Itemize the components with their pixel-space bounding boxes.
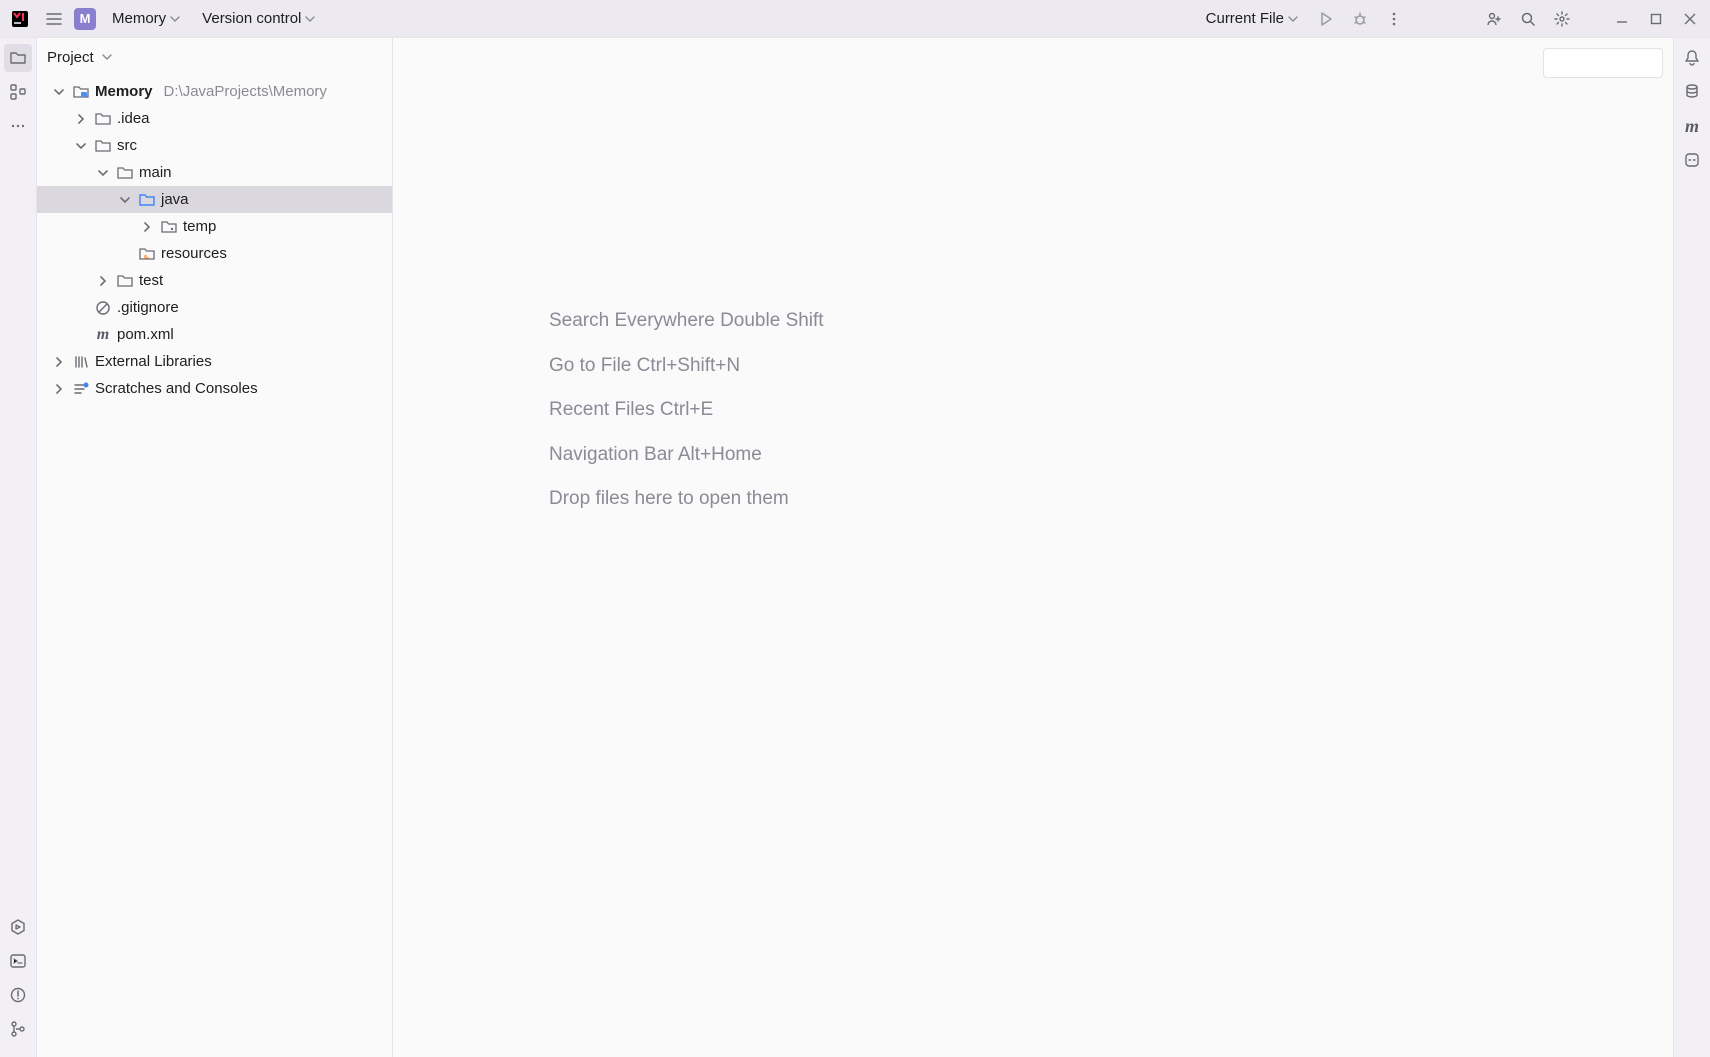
- hint-drop-files: Drop files here to open them: [549, 486, 1673, 513]
- chevron-right-icon[interactable]: [51, 357, 67, 367]
- minimize-icon[interactable]: [1608, 5, 1636, 33]
- tree-label: External Libraries: [95, 353, 212, 370]
- folder-icon: [94, 137, 112, 155]
- terminal-tool-icon[interactable]: [4, 947, 32, 975]
- tree-label: resources: [161, 245, 227, 262]
- structure-tool-icon[interactable]: [4, 78, 32, 106]
- tree-node-root[interactable]: Memory D:\JavaProjects\Memory: [37, 78, 392, 105]
- tree-path: D:\JavaProjects\Memory: [164, 83, 327, 100]
- database-tool-icon[interactable]: [1678, 78, 1706, 106]
- vcs-label: Version control: [202, 10, 301, 27]
- editor-area[interactable]: Search Everywhere Double Shift Go to Fil…: [393, 38, 1673, 1057]
- tree-node-resources[interactable]: resources: [37, 240, 392, 267]
- chevron-down-icon: [170, 14, 180, 24]
- project-tool-icon[interactable]: [4, 44, 32, 72]
- search-icon[interactable]: [1514, 5, 1542, 33]
- vcs-dropdown[interactable]: Version control: [194, 5, 323, 33]
- tree-label: .gitignore: [117, 299, 179, 316]
- chevron-down-icon: [102, 52, 112, 62]
- chevron-down-icon[interactable]: [51, 87, 67, 97]
- tree-node-gitignore[interactable]: .gitignore: [37, 294, 392, 321]
- hint-recent-files: Recent Files Ctrl+E: [549, 397, 1673, 424]
- chevron-right-icon[interactable]: [73, 114, 89, 124]
- tree-node-src[interactable]: src: [37, 132, 392, 159]
- more-actions-icon[interactable]: [1380, 5, 1408, 33]
- settings-icon[interactable]: [1548, 5, 1576, 33]
- chevron-down-icon[interactable]: [73, 141, 89, 151]
- chevron-down-icon[interactable]: [117, 195, 133, 205]
- vcs-tool-icon[interactable]: [4, 1015, 32, 1043]
- code-with-me-icon[interactable]: [1480, 5, 1508, 33]
- tree-label: pom.xml: [117, 326, 174, 343]
- maven-tool-icon[interactable]: m: [1678, 112, 1706, 140]
- tree-node-idea[interactable]: .idea: [37, 105, 392, 132]
- project-name-label: Memory: [112, 10, 166, 27]
- project-tool-window: Project Memory D:\JavaProjects\Memory: [37, 38, 393, 1057]
- tree-node-test[interactable]: test: [37, 267, 392, 294]
- scratches-icon: [72, 380, 90, 398]
- notifications-icon[interactable]: [1678, 44, 1706, 72]
- main-area: Project Memory D:\JavaProjects\Memory: [0, 38, 1710, 1057]
- tree-node-scratches[interactable]: Scratches and Consoles: [37, 375, 392, 402]
- tree-label: Memory: [95, 83, 153, 100]
- package-icon: [160, 218, 178, 236]
- chevron-down-icon: [1288, 14, 1298, 24]
- run-config-label: Current File: [1206, 10, 1284, 27]
- folder-icon: [116, 164, 134, 182]
- tree-label: Scratches and Consoles: [95, 380, 258, 397]
- problems-tool-icon[interactable]: [4, 981, 32, 1009]
- tree-label: src: [117, 137, 137, 154]
- floating-panel[interactable]: [1543, 48, 1663, 78]
- project-panel-header[interactable]: Project: [37, 38, 392, 76]
- hint-navigation-bar: Navigation Bar Alt+Home: [549, 442, 1673, 469]
- title-bar: M Memory Version control Current File: [0, 0, 1710, 38]
- folder-icon: [116, 272, 134, 290]
- debug-icon[interactable]: [1346, 5, 1374, 33]
- chevron-right-icon[interactable]: [51, 384, 67, 394]
- chevron-right-icon[interactable]: [139, 222, 155, 232]
- tree-node-external-libraries[interactable]: External Libraries: [37, 348, 392, 375]
- left-tool-strip: [0, 38, 37, 1057]
- hint-search-everywhere: Search Everywhere Double Shift: [549, 308, 1673, 335]
- services-tool-icon[interactable]: [4, 913, 32, 941]
- tree-label: .idea: [117, 110, 150, 127]
- tree-node-java[interactable]: java: [37, 186, 392, 213]
- more-tools-icon[interactable]: [4, 112, 32, 140]
- libraries-icon: [72, 353, 90, 371]
- right-tool-strip: m: [1673, 38, 1710, 1057]
- hamburger-menu-icon[interactable]: [40, 5, 68, 33]
- folder-icon: [94, 110, 112, 128]
- editor-empty-hints: Search Everywhere Double Shift Go to Fil…: [393, 308, 1673, 531]
- chevron-right-icon[interactable]: [95, 276, 111, 286]
- tree-label: java: [161, 191, 189, 208]
- maven-file-icon: m: [94, 326, 112, 344]
- project-tree[interactable]: Memory D:\JavaProjects\Memory .idea: [37, 76, 392, 1057]
- app-logo-icon: [6, 5, 34, 33]
- project-panel-title: Project: [47, 49, 94, 66]
- maximize-icon[interactable]: [1642, 5, 1670, 33]
- ai-assistant-icon[interactable]: [1678, 146, 1706, 174]
- tree-label: main: [139, 164, 172, 181]
- module-folder-icon: [72, 83, 90, 101]
- tree-node-main[interactable]: main: [37, 159, 392, 186]
- tree-node-pom[interactable]: m pom.xml: [37, 321, 392, 348]
- tree-label: test: [139, 272, 163, 289]
- resources-folder-icon: [138, 245, 156, 263]
- project-avatar: M: [74, 8, 96, 30]
- tree-node-temp[interactable]: temp: [37, 213, 392, 240]
- chevron-down-icon[interactable]: [95, 168, 111, 178]
- chevron-down-icon: [305, 14, 315, 24]
- project-name-dropdown[interactable]: Memory: [104, 5, 188, 33]
- close-icon[interactable]: [1676, 5, 1704, 33]
- run-configuration-dropdown[interactable]: Current File: [1198, 5, 1306, 33]
- source-folder-icon: [138, 191, 156, 209]
- hint-goto-file: Go to File Ctrl+Shift+N: [549, 353, 1673, 380]
- ignore-file-icon: [94, 299, 112, 317]
- run-icon[interactable]: [1312, 5, 1340, 33]
- tree-label: temp: [183, 218, 216, 235]
